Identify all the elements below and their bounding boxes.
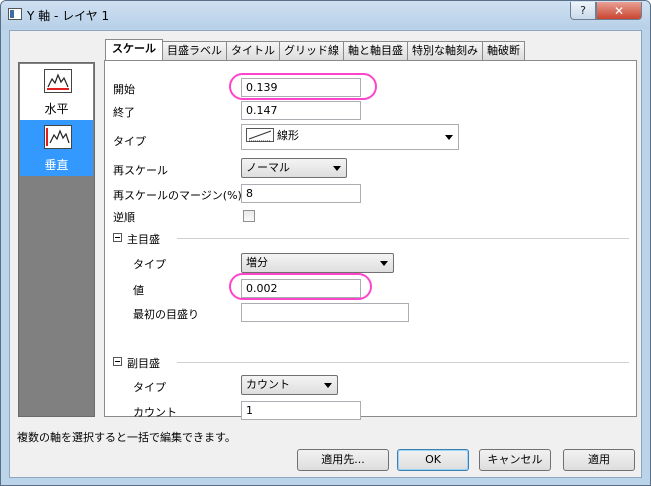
- end-label: 終了: [113, 106, 135, 119]
- reverse-label: 逆順: [113, 211, 135, 224]
- title-bar: Y 軸 - レイヤ 1 ? ✕: [1, 1, 650, 29]
- ok-button[interactable]: OK: [397, 449, 469, 471]
- scale-type-label: タイプ: [113, 135, 146, 148]
- apply-to-button[interactable]: 適用先...: [297, 449, 389, 471]
- minor-type-label: タイプ: [133, 381, 166, 394]
- rescale-select[interactable]: ノーマル: [241, 158, 347, 178]
- cancel-button[interactable]: キャンセル: [479, 449, 551, 471]
- minor-ticks-group-label: 副目盛: [127, 357, 160, 370]
- start-label: 開始: [113, 83, 135, 96]
- dialog-window: Y 軸 - レイヤ 1 ? ✕ 水平 垂直 スケール 目盛ラベル タイトル グリ…: [0, 0, 651, 486]
- status-hint: 複数の軸を選択すると一括で編集できます。: [17, 431, 236, 444]
- minor-type-value: カウント: [246, 378, 290, 391]
- major-type-select[interactable]: 増分: [241, 253, 394, 273]
- close-button[interactable]: ✕: [596, 2, 642, 20]
- x-axis-icon: [44, 69, 72, 93]
- window-icon: [8, 8, 22, 20]
- scale-type-icon: [246, 128, 274, 142]
- chevron-down-icon: [445, 135, 453, 140]
- tab-scale[interactable]: スケール: [105, 39, 163, 60]
- sidebar-item-label: 水平: [44, 102, 69, 116]
- divider: [177, 362, 629, 363]
- chevron-down-icon: [380, 261, 388, 266]
- axis-icon-list: 水平 垂直: [18, 62, 95, 417]
- minor-count-label: カウント: [133, 406, 177, 419]
- scale-type-value: 線形: [277, 129, 299, 142]
- divider: [177, 238, 629, 239]
- reverse-checkbox[interactable]: [243, 210, 255, 222]
- minor-type-select[interactable]: カウント: [241, 375, 338, 395]
- tab-grid-lines[interactable]: グリッド線: [279, 41, 344, 60]
- tab-line-and-ticks[interactable]: 軸と軸目盛: [343, 41, 408, 60]
- window-title: Y 軸 - レイヤ 1: [27, 9, 110, 23]
- major-ticks-group-label: 主目盛: [127, 233, 160, 246]
- dialog-client: 水平 垂直 スケール 目盛ラベル タイトル グリッド線 軸と軸目盛 特別な軸刻み…: [9, 30, 642, 478]
- rescale-value: ノーマル: [246, 161, 290, 174]
- tab-axis-break[interactable]: 軸破断: [482, 41, 525, 60]
- apply-button[interactable]: 適用: [563, 449, 635, 471]
- tab-tick-labels[interactable]: 目盛ラベル: [162, 41, 227, 60]
- sidebar-item-horizontal[interactable]: 水平: [20, 64, 93, 120]
- sidebar-item-vertical[interactable]: 垂直: [20, 120, 93, 176]
- rescale-margin-field[interactable]: 8: [241, 184, 361, 203]
- sidebar-item-label: 垂直: [44, 158, 69, 172]
- major-type-label: タイプ: [133, 258, 166, 271]
- scale-type-select[interactable]: 線形: [241, 124, 459, 150]
- end-field[interactable]: 0.147: [241, 101, 361, 120]
- chevron-down-icon: [333, 166, 341, 171]
- chevron-down-icon: [324, 383, 332, 388]
- y-axis-icon: [44, 125, 72, 149]
- collapse-major-icon[interactable]: [113, 233, 122, 242]
- major-value-label: 値: [133, 284, 144, 297]
- minor-count-field[interactable]: 1: [241, 401, 361, 420]
- rescale-label: 再スケール: [113, 164, 168, 177]
- scale-panel: 開始 0.139 終了 0.147 タイプ 線形 再スケール ノーマル 再スケー…: [104, 60, 637, 420]
- highlight-start: [229, 73, 377, 100]
- major-type-value: 増分: [246, 256, 268, 269]
- first-tick-field[interactable]: [241, 303, 409, 322]
- tab-special-ticks[interactable]: 特別な軸刻み: [407, 41, 483, 60]
- tab-strip: スケール 目盛ラベル タイトル グリッド線 軸と軸目盛 特別な軸刻み 軸破断: [105, 39, 525, 60]
- tab-title[interactable]: タイトル: [226, 41, 280, 60]
- rescale-margin-label: 再スケールのマージン(%): [113, 189, 242, 202]
- highlight-major-value: [229, 273, 372, 300]
- first-tick-label: 最初の目盛り: [133, 308, 199, 321]
- collapse-minor-icon[interactable]: [113, 357, 122, 366]
- help-button[interactable]: ?: [570, 2, 596, 20]
